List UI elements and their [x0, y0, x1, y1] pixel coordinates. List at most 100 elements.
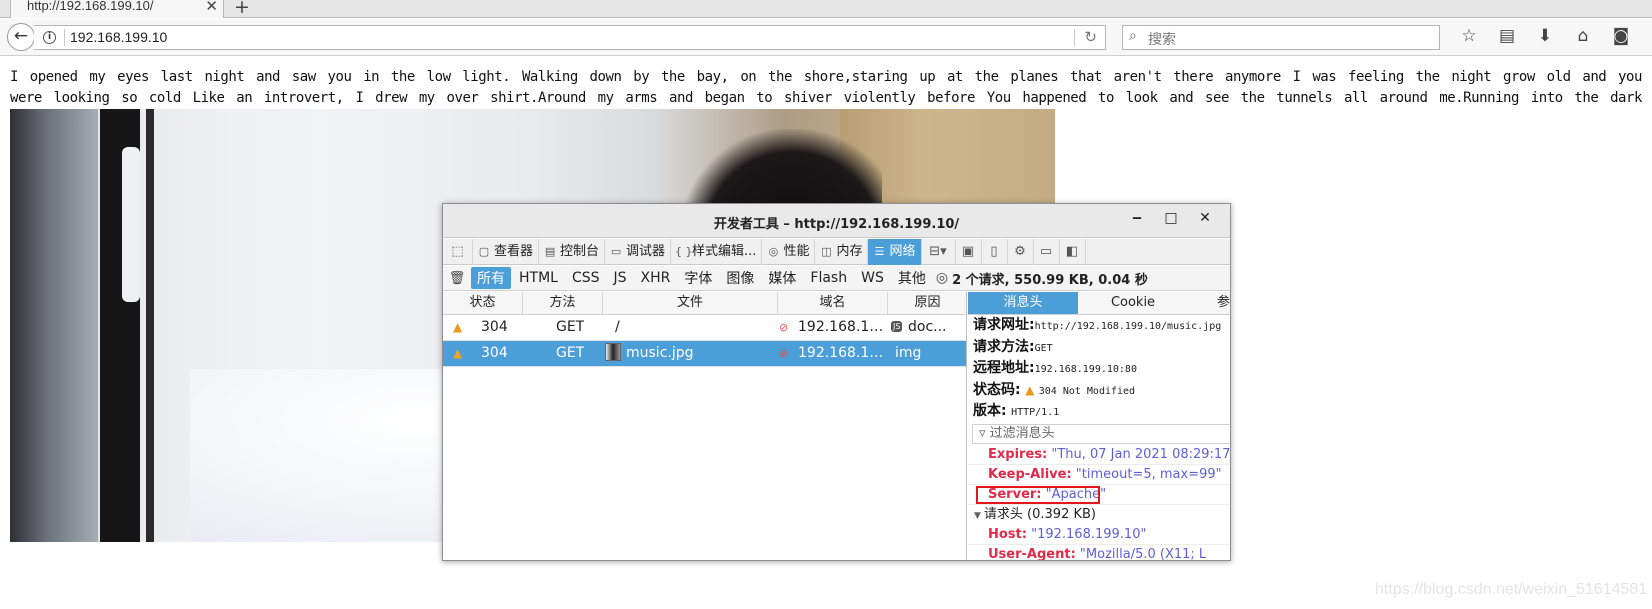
- minimize-icon[interactable]: ‒: [1120, 210, 1154, 226]
- filter-media[interactable]: 媒体: [762, 267, 802, 289]
- request-domain: 192.168.19...: [798, 345, 888, 361]
- response-header-row[interactable]: Server: "Apache": [968, 485, 1230, 505]
- filter-fonts[interactable]: 字体: [678, 267, 718, 289]
- debugger-icon: ▭: [610, 245, 622, 258]
- home-icon[interactable]: ⌂: [1564, 26, 1602, 50]
- header-key: Host:: [988, 526, 1027, 542]
- tab-label: 内存: [836, 244, 863, 259]
- request-status: 304: [481, 319, 508, 335]
- menu-icon[interactable]: ☰: [1640, 26, 1652, 50]
- search-input[interactable]: 搜索: [1148, 29, 1176, 49]
- header-value: "192.168.199.10": [1031, 526, 1147, 542]
- filter-xhr[interactable]: XHR: [635, 269, 677, 287]
- dock-bottom-icon[interactable]: ▭: [1034, 239, 1060, 265]
- detail-status-code: 状态码: ▲ 304 Not Modified: [968, 380, 1230, 402]
- collapse-triangle-icon: ▼: [974, 510, 981, 521]
- filter-css[interactable]: CSS: [566, 269, 606, 287]
- element-picker-icon[interactable]: ⬚: [443, 239, 473, 265]
- column-file[interactable]: 文件: [603, 292, 778, 315]
- insecure-connection-icon: ⊘: [779, 347, 789, 360]
- close-tab-icon[interactable]: ✕: [205, 0, 218, 15]
- url-input[interactable]: 192.168.199.10: [70, 29, 167, 45]
- responsive-mode-icon[interactable]: ▯: [982, 239, 1008, 265]
- filter-html[interactable]: HTML: [513, 269, 564, 287]
- new-tab-button[interactable]: +: [234, 0, 250, 18]
- performance-analysis-icon[interactable]: ◎: [936, 270, 948, 286]
- filter-all[interactable]: 所有: [471, 267, 511, 289]
- download-icon[interactable]: ⬇: [1526, 26, 1564, 50]
- split-console-icon[interactable]: ▣: [956, 239, 982, 265]
- filter-headers-input[interactable]: ▿ 过滤消息头: [972, 423, 1230, 444]
- request-file: /: [615, 319, 620, 335]
- image-thumbnail-icon: [605, 341, 623, 367]
- search-icon: ⌕: [1129, 28, 1137, 44]
- warning-icon: ▲: [453, 320, 463, 334]
- maximize-icon[interactable]: □: [1154, 210, 1188, 226]
- request-row[interactable]: ▲ 304 GET / ⊘ 192.168.19... JS doc...: [443, 315, 966, 341]
- tab-performance[interactable]: ◎ 性能: [762, 239, 816, 265]
- url-bar[interactable]: i 192.168.199.10 ↻: [34, 25, 1106, 50]
- request-header-row[interactable]: Host: "192.168.199.10": [968, 525, 1230, 545]
- column-domain[interactable]: 域名: [778, 292, 888, 315]
- info-icon[interactable]: i: [43, 31, 56, 44]
- tab-memory[interactable]: ◫ 内存: [815, 239, 869, 265]
- pocket-icon[interactable]: ◙: [1602, 26, 1640, 50]
- toolbar-icons: ☆ ▤ ⬇ ⌂ ◙ ☰: [1450, 26, 1652, 50]
- network-filter-bar: 🗑 所有 HTML CSS JS XHR 字体 图像 媒体 Flash WS 其…: [443, 266, 1230, 291]
- column-method[interactable]: 方法: [523, 292, 603, 315]
- trash-icon[interactable]: 🗑: [443, 271, 471, 286]
- search-bar[interactable]: ⌕ 搜索: [1122, 25, 1440, 50]
- request-cause: img: [895, 345, 922, 361]
- tab-style-editor[interactable]: { }样式编辑...: [671, 239, 763, 265]
- bookmark-star-icon[interactable]: ☆: [1450, 26, 1488, 50]
- filter-js[interactable]: JS: [608, 269, 633, 287]
- request-headers-section[interactable]: ▼ 请求头 (0.392 KB): [968, 505, 1230, 525]
- settings-gear-icon[interactable]: ⚙: [1008, 239, 1034, 265]
- reload-icon[interactable]: ↻: [1084, 28, 1097, 46]
- back-arrow-icon[interactable]: ←: [7, 23, 35, 51]
- devtools-toolbar: ⬚ ▢ 查看器 ▤ 控制台 ▭ 调试器 { }样式编辑... ◎ 性能 ◫ 内存 ☰ 网络 …: [443, 239, 1230, 265]
- close-icon[interactable]: ✕: [1188, 210, 1222, 226]
- console-icon: ▤: [544, 245, 556, 258]
- filter-ws[interactable]: WS: [855, 269, 890, 287]
- response-header-row[interactable]: Keep-Alive: "timeout=5, max=99": [968, 465, 1230, 485]
- request-header-row[interactable]: User-Agent: "Mozilla/5.0 (X11; L: [968, 545, 1230, 561]
- detail-label: 请求网址:: [973, 317, 1035, 333]
- tab-debugger[interactable]: ▭ 调试器: [605, 239, 672, 265]
- request-cause: doc...: [908, 319, 947, 335]
- filter-flash[interactable]: Flash: [804, 269, 853, 287]
- detail-value: 304 Not Modified: [1038, 385, 1136, 397]
- response-header-row[interactable]: Expires: "Thu, 07 Jan 2021 08:29:17 G: [968, 445, 1230, 465]
- header-value: "Mozilla/5.0 (X11; L: [1079, 546, 1207, 561]
- layout-dropdown-icon[interactable]: ⊟▾: [922, 239, 956, 265]
- tab-params[interactable]: 参: [1188, 292, 1230, 314]
- detail-label: 状态码:: [973, 381, 1021, 398]
- tab-label: 控制台: [560, 244, 600, 259]
- column-cause[interactable]: 原因: [888, 292, 967, 315]
- detail-request-method: 请求方法:GET: [968, 337, 1230, 359]
- column-status[interactable]: 状态: [443, 292, 523, 315]
- detail-request-url: 请求网址:http://192.168.199.10/music.jpg: [968, 315, 1230, 337]
- tab-inspector[interactable]: ▢ 查看器: [473, 239, 540, 265]
- request-method: GET: [556, 345, 585, 361]
- devtools-titlebar[interactable]: 开发者工具 – http://192.168.199.10/ ‒ □ ✕: [443, 204, 1230, 238]
- request-list-header: 状态 方法 文件 域名 原因: [443, 292, 966, 315]
- browser-tab[interactable]: http://192.168.199.10/ ✕: [10, 0, 224, 18]
- url-divider: [64, 29, 65, 46]
- photo-window-frame: [10, 109, 98, 542]
- network-icon: ☰: [874, 245, 885, 258]
- tab-console[interactable]: ▤ 控制台: [539, 239, 606, 265]
- request-row[interactable]: ▲ 304 GET music.jpg ⊘ 192.168.19... img: [443, 341, 966, 367]
- request-details: 消息头 Cookie 参 请求网址:http://192.168.199.10/…: [968, 292, 1230, 560]
- tab-cookies[interactable]: Cookie: [1078, 292, 1188, 314]
- tab-headers[interactable]: 消息头: [968, 292, 1078, 314]
- tab-network[interactable]: ☰ 网络: [868, 239, 922, 265]
- filter-images[interactable]: 图像: [720, 267, 760, 289]
- detail-label: 版本:: [973, 403, 1007, 419]
- reading-list-icon[interactable]: ▤: [1488, 26, 1526, 50]
- dock-side-icon[interactable]: ◧: [1060, 239, 1086, 265]
- filter-other[interactable]: 其他: [892, 267, 932, 289]
- highlight-box: [976, 485, 1100, 504]
- detail-value: http://192.168.199.10/music.jpg: [1034, 321, 1222, 332]
- tab-label: 性能: [783, 244, 810, 259]
